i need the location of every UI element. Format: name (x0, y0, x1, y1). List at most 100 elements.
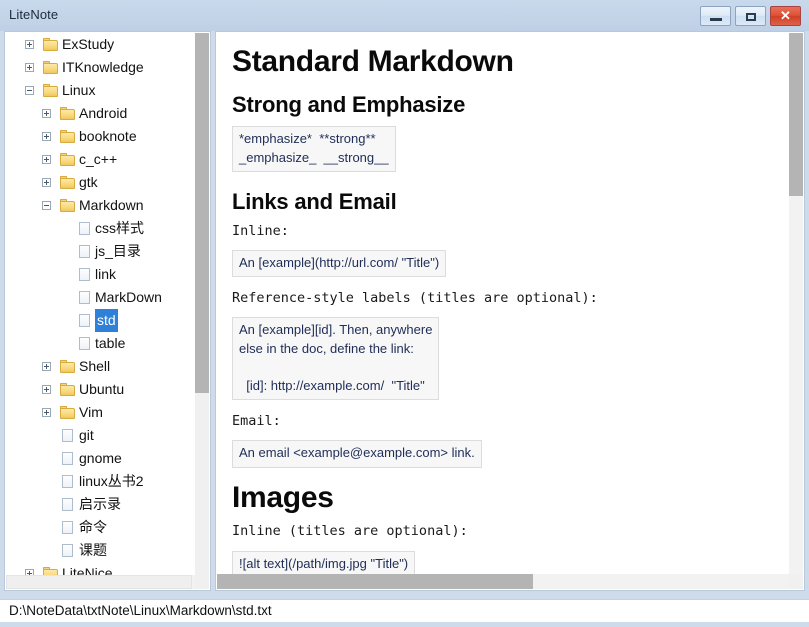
tree-item[interactable]: linux丛书2 (5, 470, 196, 493)
tree-item[interactable]: css样式 (5, 217, 196, 240)
preview-heading-2: Strong and Emphasize (232, 91, 466, 117)
preview-horizontal-scrollbar[interactable] (217, 574, 790, 589)
preview-paragraph: Reference-style labels (titles are optio… (232, 290, 598, 307)
close-button[interactable]: ✕ (770, 6, 801, 26)
preview-code-block-wrap: ![alt text](/path/img.jpg "Title") (232, 547, 776, 576)
tree-item[interactable]: Android (5, 102, 196, 125)
tree-item[interactable]: 启示录 (5, 493, 196, 516)
preview-heading-1: Standard Markdown (232, 45, 514, 78)
preview-paragraph: Email: (232, 413, 281, 430)
tree-item-label: js_目录 (95, 243, 141, 259)
tree-item-label: linux丛书2 (79, 473, 144, 489)
tree-item-label: ITKnowledge (62, 59, 144, 75)
preview-vertical-scroll-thumb[interactable] (789, 33, 803, 196)
expand-icon[interactable] (42, 132, 51, 141)
tree-item-label: Ubuntu (79, 381, 125, 397)
tree-item-label: MarkDown (95, 289, 162, 305)
folder-icon (60, 130, 75, 143)
folder-icon (43, 38, 58, 51)
expand-icon[interactable] (42, 408, 51, 417)
expand-icon[interactable] (42, 362, 51, 371)
tree-item-label: ExStudy (62, 36, 115, 52)
tree-item[interactable]: link (5, 263, 196, 286)
note-tree-panel: ExStudy ITKnowledge Linux Android booknote c_… (4, 31, 211, 591)
document-icon (79, 291, 90, 304)
close-icon: ✕ (780, 8, 791, 23)
preview-horizontal-scroll-thumb[interactable] (217, 574, 533, 589)
collapse-icon[interactable] (42, 201, 51, 210)
tree-item[interactable]: 课题 (5, 539, 196, 562)
tree-item[interactable]: ExStudy (5, 33, 196, 56)
tree-item[interactable]: booknote (5, 125, 196, 148)
document-icon (62, 452, 73, 465)
tree-item-label: 启示录 (79, 496, 121, 512)
expand-icon[interactable] (42, 385, 51, 394)
tree-item[interactable]: MarkDown (5, 286, 196, 309)
expand-icon[interactable] (42, 178, 51, 187)
document-icon (62, 429, 73, 442)
preview-code-block-wrap: *emphasize* **strong** _emphasize_ __str… (232, 122, 776, 178)
maximize-button[interactable] (735, 6, 766, 26)
tree-item[interactable]: 命令 (5, 516, 196, 539)
note-tree[interactable]: ExStudy ITKnowledge Linux Android booknote c_… (5, 33, 196, 575)
status-file-path: D:\NoteData\txtNote\Linux\Markdown\std.t… (9, 603, 272, 618)
tree-item-label: Linux (62, 82, 96, 98)
tree-item-label: Markdown (79, 197, 144, 213)
collapse-icon[interactable] (25, 86, 34, 95)
tree-item[interactable]: gnome (5, 447, 196, 470)
folder-icon (43, 567, 58, 575)
tree-item-label: Vim (79, 404, 103, 420)
tree-item-label: table (95, 335, 126, 351)
tree-horizontal-scroll-thumb[interactable] (6, 575, 192, 589)
tree-item-label: Android (79, 105, 128, 121)
folder-icon (60, 199, 75, 212)
tree-item[interactable]: gtk (5, 171, 196, 194)
tree-item[interactable]: table (5, 332, 196, 355)
tree-item[interactable]: git (5, 424, 196, 447)
application-window: LiteNote ✕ ExStudy ITKnowledge Linux Androi… (0, 0, 809, 627)
tree-item[interactable]: js_目录 (5, 240, 196, 263)
folder-icon (60, 153, 75, 166)
tree-item-label: css样式 (95, 220, 144, 236)
preview-vertical-scrollbar[interactable] (789, 33, 803, 576)
preview-code-block-wrap: An [example](http://url.com/ "Title") (232, 246, 776, 283)
minimize-button[interactable] (700, 6, 731, 26)
expand-icon[interactable] (25, 40, 34, 49)
tree-item[interactable]: std (5, 309, 196, 332)
preview-code-block-wrap: An email <example@example.com> link. (232, 436, 776, 473)
tree-item[interactable]: LiteNice (5, 562, 196, 575)
tree-item-label: 课题 (79, 542, 107, 558)
document-icon (79, 268, 90, 281)
preview-paragraph: Inline (titles are optional): (232, 523, 468, 540)
tree-item-label: gnome (79, 450, 122, 466)
document-icon (79, 314, 90, 327)
tree-vertical-scroll-thumb[interactable] (195, 33, 209, 393)
tree-item-label: std (95, 309, 118, 332)
tree-item-label: Shell (79, 358, 111, 374)
tree-item[interactable]: Linux (5, 79, 196, 102)
expand-icon[interactable] (25, 63, 34, 72)
tree-item[interactable]: ITKnowledge (5, 56, 196, 79)
document-icon (62, 498, 73, 511)
folder-icon (60, 406, 75, 419)
folder-icon (60, 176, 75, 189)
folder-icon (43, 61, 58, 74)
document-icon (79, 337, 90, 350)
tree-item[interactable]: Shell (5, 355, 196, 378)
tree-item[interactable]: c_c++ (5, 148, 196, 171)
tree-item[interactable]: Vim (5, 401, 196, 424)
minimize-icon (710, 18, 722, 21)
tree-vertical-scrollbar[interactable] (195, 33, 209, 576)
preview-code-block: An [example][id]. Then, anywhere else in… (232, 317, 440, 401)
tree-item-label: c_c++ (79, 151, 118, 167)
tree-horizontal-scrollbar[interactable] (6, 575, 195, 589)
expand-icon[interactable] (42, 155, 51, 164)
tree-item[interactable]: Markdown (5, 194, 196, 217)
folder-icon (43, 84, 58, 97)
tree-item[interactable]: Ubuntu (5, 378, 196, 401)
preview-code-block: *emphasize* **strong** _emphasize_ __str… (232, 126, 396, 172)
markdown-preview: Standard Markdown Strong and Emphasize *em… (216, 32, 776, 576)
expand-icon[interactable] (42, 109, 51, 118)
preview-code-block: An [example](http://url.com/ "Title") (232, 249, 447, 278)
tree-item-label: booknote (79, 128, 137, 144)
